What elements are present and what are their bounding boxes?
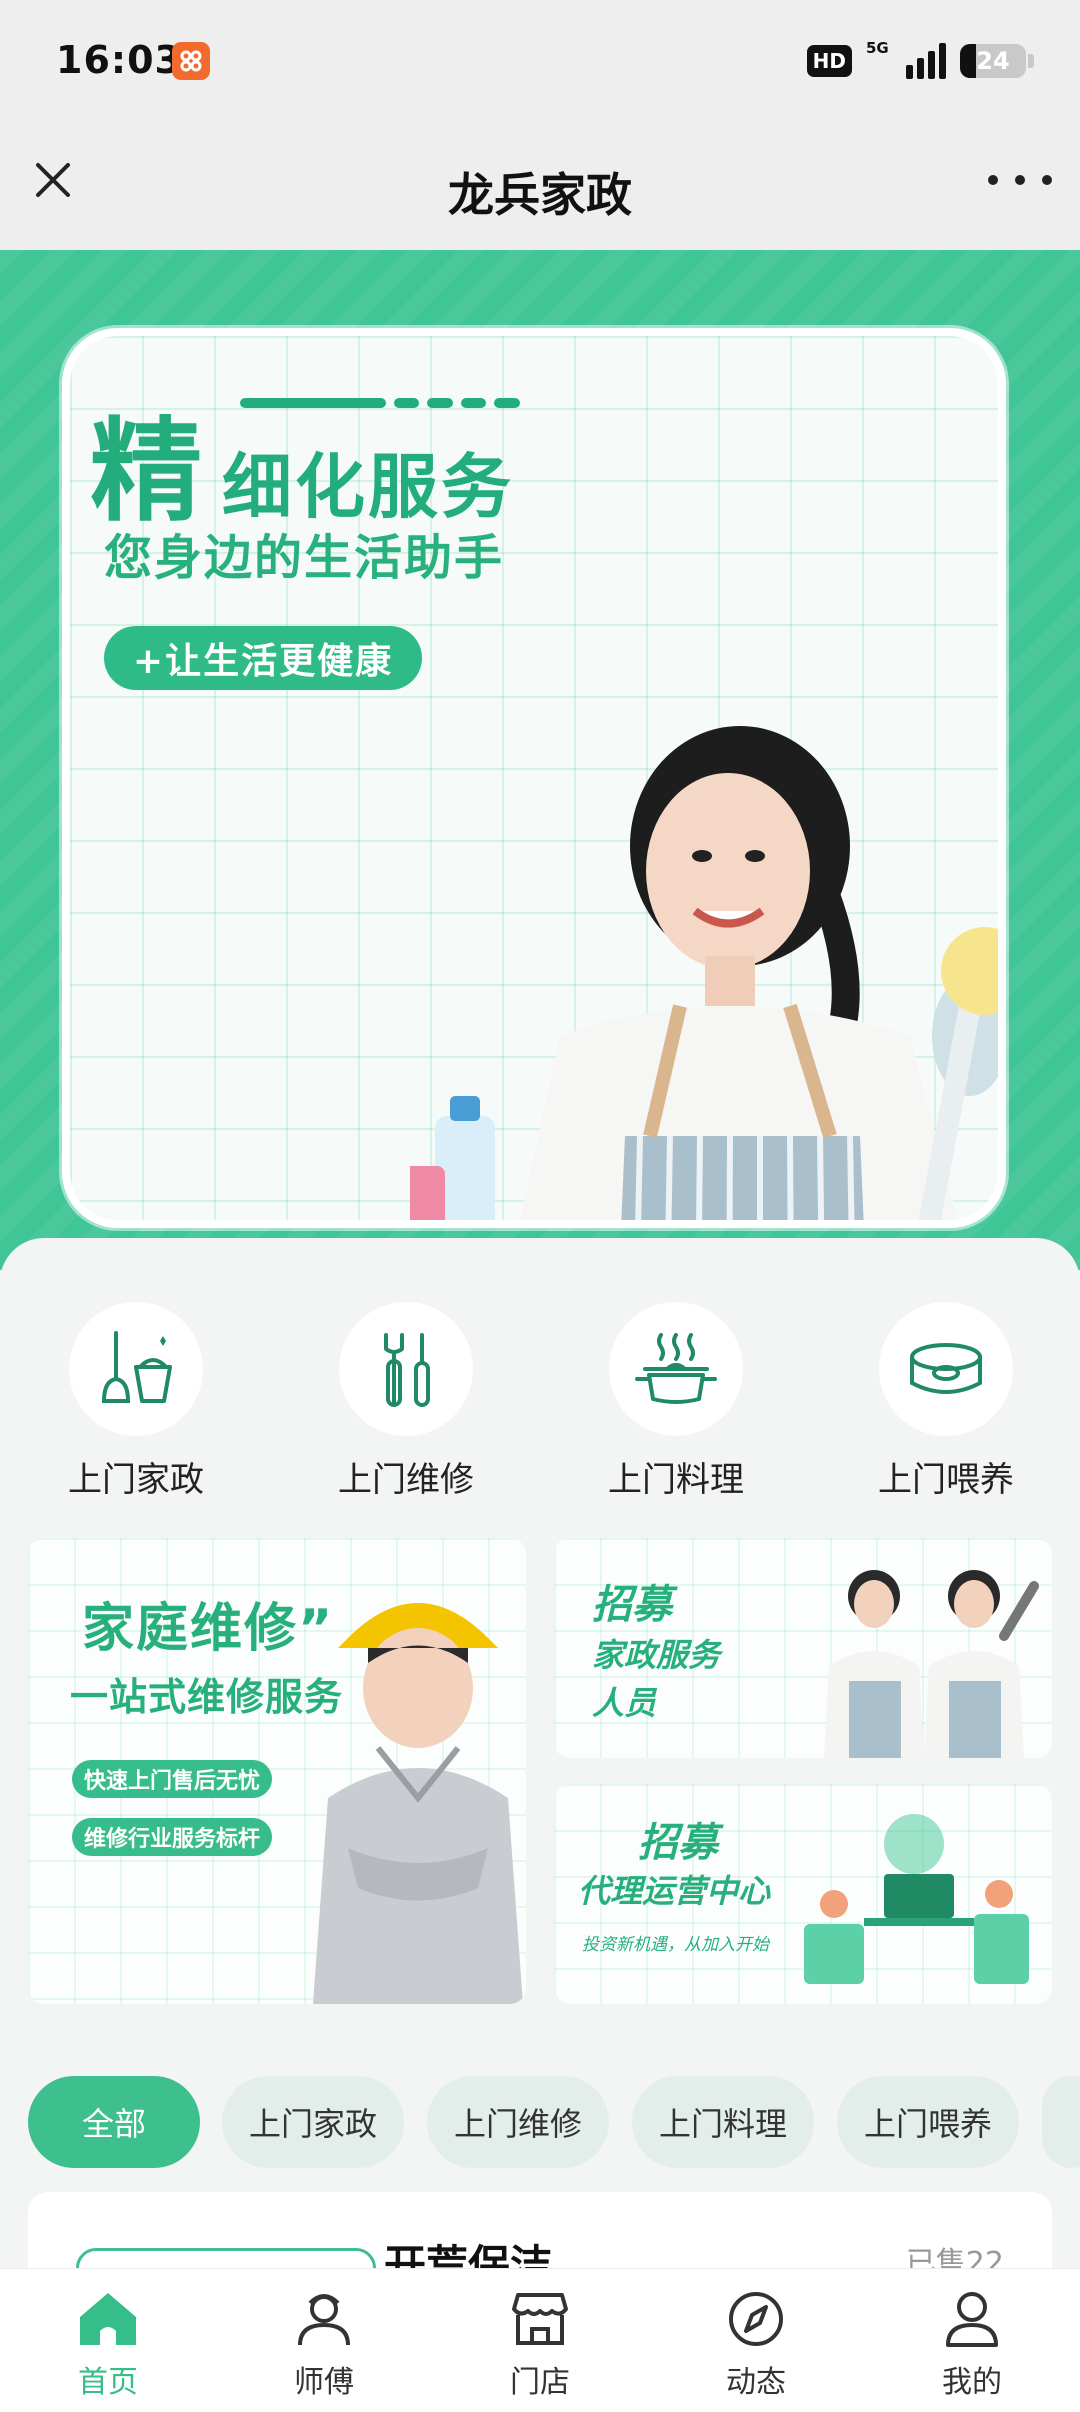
banner-slide: 精 细化服务 您身边的生活助手 +让生活更健康: [62, 328, 1006, 1228]
page-title: 龙兵家政: [448, 168, 632, 222]
tab-masters[interactable]: 师傅: [216, 2287, 432, 2401]
office-illustration: [804, 1814, 1029, 1984]
pet-bowl-icon: [910, 1343, 982, 1394]
network-type: 5G: [866, 39, 889, 57]
tab-label: 动态: [726, 2365, 786, 2400]
broom-bucket-icon: [101, 1331, 172, 1403]
category-pet-feeding[interactable]: 上门喂养: [846, 1302, 1046, 1501]
status-indicators: HD 5G 24: [806, 39, 1034, 82]
promo-tag: 维修行业服务标杆: [72, 1818, 273, 1856]
user-icon: [946, 2292, 998, 2347]
worker-icon: [298, 2294, 350, 2346]
promo-home-repair[interactable]: 家庭维修” 一站式维修服务 快速上门售后无忧 维修行业服务标杆: [28, 1538, 526, 2004]
category-label: 上门喂养: [878, 1460, 1014, 1500]
tab-label: 首页: [78, 2365, 138, 2400]
title-bar: 龙兵家政: [0, 125, 1080, 250]
housekeepers-image: [824, 1570, 1039, 1758]
promo-subtitle: 一站式维修服务: [70, 1675, 344, 1719]
filter-chip-overflow[interactable]: [1042, 2076, 1080, 2168]
more-button[interactable]: [988, 165, 1052, 195]
repairman-image: [313, 1603, 523, 2004]
signal-icon: 5G: [866, 39, 946, 79]
wrench-screwdriver-icon: [384, 1333, 430, 1407]
home-icon: [80, 2293, 136, 2345]
tab-home[interactable]: 首页: [0, 2287, 216, 2401]
promo-line: 人员: [592, 1684, 657, 1722]
tab-feed[interactable]: 动态: [648, 2287, 864, 2401]
promo-line: 代理运营中心: [578, 1872, 771, 1910]
filter-tabs: 全部 上门家政 上门维修 上门料理 上门喂养: [0, 2076, 1080, 2172]
compass-icon: [729, 2292, 783, 2346]
battery-level: 24: [976, 47, 1010, 75]
tab-label: 我的: [942, 2365, 1002, 2400]
category-label: 上门维修: [338, 1460, 474, 1500]
category-label: 上门料理: [608, 1460, 744, 1500]
promo-tag: 快速上门售后无忧: [72, 1760, 273, 1798]
bottom-tab-bar: 首页 师傅 门店 动态 我的: [0, 2268, 1080, 2412]
category-label: 上门家政: [68, 1460, 204, 1500]
cleaning-woman-image: [410, 726, 998, 1220]
battery-icon: 24: [960, 44, 1026, 78]
cooking-pot-icon: [635, 1333, 717, 1404]
banner-headline: 细化服务: [222, 446, 514, 528]
category-row: 上门家政 上门维修 上门料理 上门喂养: [0, 1238, 1080, 1518]
store-icon: [512, 2293, 568, 2345]
filter-chip-repair[interactable]: 上门维修: [427, 2076, 609, 2168]
promo-title: 招募: [592, 1582, 672, 1628]
category-repair[interactable]: 上门维修: [306, 1302, 506, 1501]
promo-line: 家政服务: [592, 1636, 721, 1674]
tab-store[interactable]: 门店: [432, 2287, 648, 2401]
category-cooking[interactable]: 上门料理: [576, 1302, 776, 1501]
banner-big-char: 精: [90, 407, 202, 537]
filter-chip-cooking[interactable]: 上门料理: [632, 2076, 814, 2168]
banner-subline: 您身边的生活助手: [104, 530, 505, 586]
tab-mine[interactable]: 我的: [864, 2287, 1080, 2401]
status-bar: 16:03 HD 5G 24: [0, 0, 1080, 125]
banner-pill: +让生活更健康: [104, 626, 422, 690]
filter-chip-all[interactable]: 全部: [28, 2076, 200, 2168]
promo-recruit-staff[interactable]: 招募 家政服务 人员: [554, 1538, 1052, 1758]
tab-label: 师傅: [294, 2365, 354, 2400]
promo-note: 投资新机遇，从加入开始: [582, 1935, 769, 1955]
banner-carousel[interactable]: 精 细化服务 您身边的生活助手 +让生活更健康: [0, 250, 1080, 1270]
hd-badge: HD: [806, 45, 852, 77]
content-sheet: 上门家政 上门维修 上门料理 上门喂养 家庭维修” 一站式维修服务 快速上门售后…: [0, 1238, 1080, 2392]
filter-chip-home-cleaning[interactable]: 上门家政: [222, 2076, 404, 2168]
more-icon: [988, 175, 998, 185]
filter-chip-pet-feeding[interactable]: 上门喂养: [837, 2076, 1019, 2168]
category-home-cleaning[interactable]: 上门家政: [36, 1302, 236, 1501]
status-time: 16:03: [56, 38, 182, 82]
tab-label: 门店: [510, 2365, 570, 2400]
promo-title: 家庭维修”: [82, 1599, 335, 1659]
promo-title: 招募: [638, 1820, 718, 1866]
app-notification-icon: [172, 42, 210, 80]
promo-recruit-agent[interactable]: 招募 代理运营中心 投资新机遇，从加入开始: [554, 1784, 1052, 2004]
